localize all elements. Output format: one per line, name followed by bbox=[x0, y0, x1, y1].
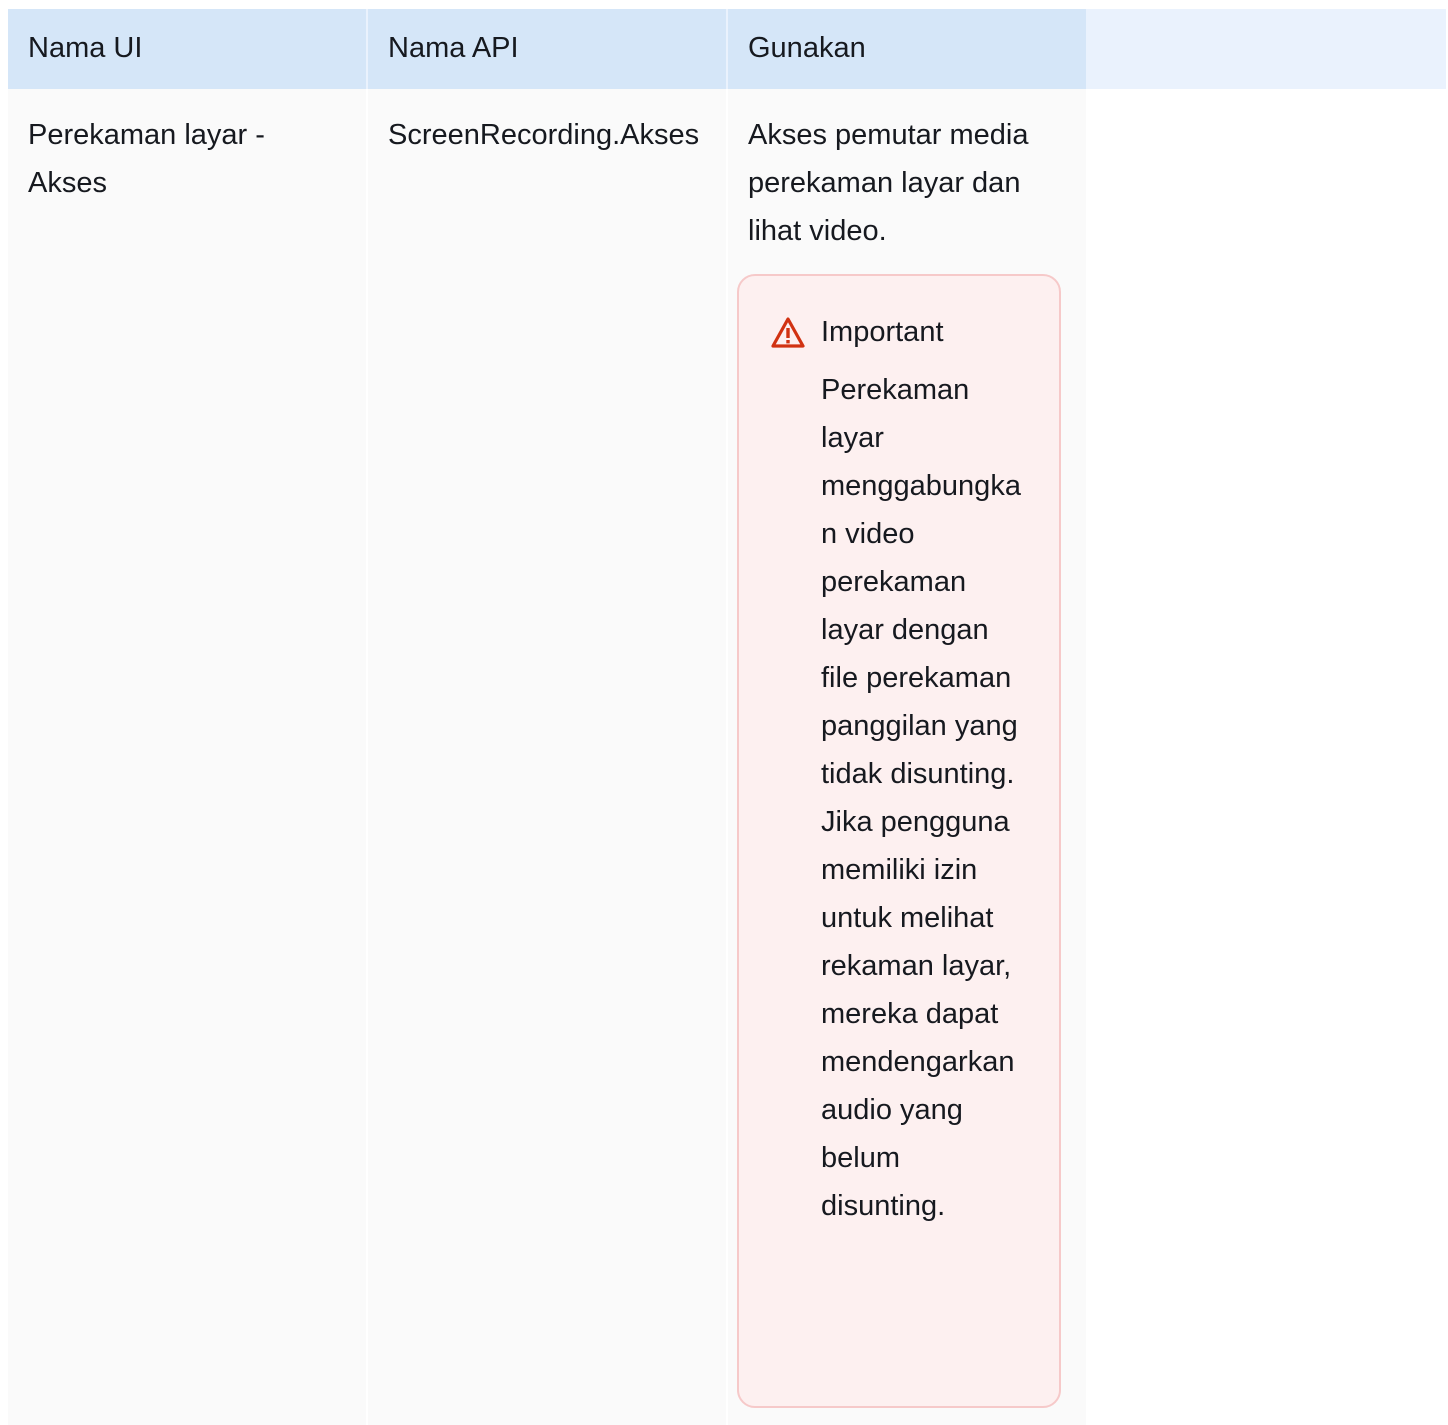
cell-use-text: Akses pemutar media perekaman layar dan … bbox=[748, 119, 1029, 247]
column-header-api-name: Nama API bbox=[368, 9, 726, 89]
warning-triangle-icon bbox=[771, 317, 805, 348]
table-header-row: Nama UI Nama API Gunakan bbox=[8, 9, 1446, 89]
cell-api-name: ScreenRecording.Akses bbox=[368, 89, 726, 1425]
cell-ui-name: Perekaman layar - Akses bbox=[8, 89, 366, 1425]
callout-text: Perekaman layar menggabungkan video pere… bbox=[821, 374, 1021, 1222]
callout-title: Important bbox=[821, 316, 944, 348]
permissions-table: Nama UI Nama API Gunakan Perekaman layar… bbox=[8, 9, 1446, 1425]
table-row: Perekaman layar - Akses ScreenRecording.… bbox=[8, 89, 1446, 1425]
column-header-ui-name: Nama UI bbox=[8, 9, 366, 89]
important-callout: Important Perekaman layar menggabungkan … bbox=[737, 274, 1061, 1408]
column-header-use: Gunakan bbox=[728, 9, 1086, 89]
